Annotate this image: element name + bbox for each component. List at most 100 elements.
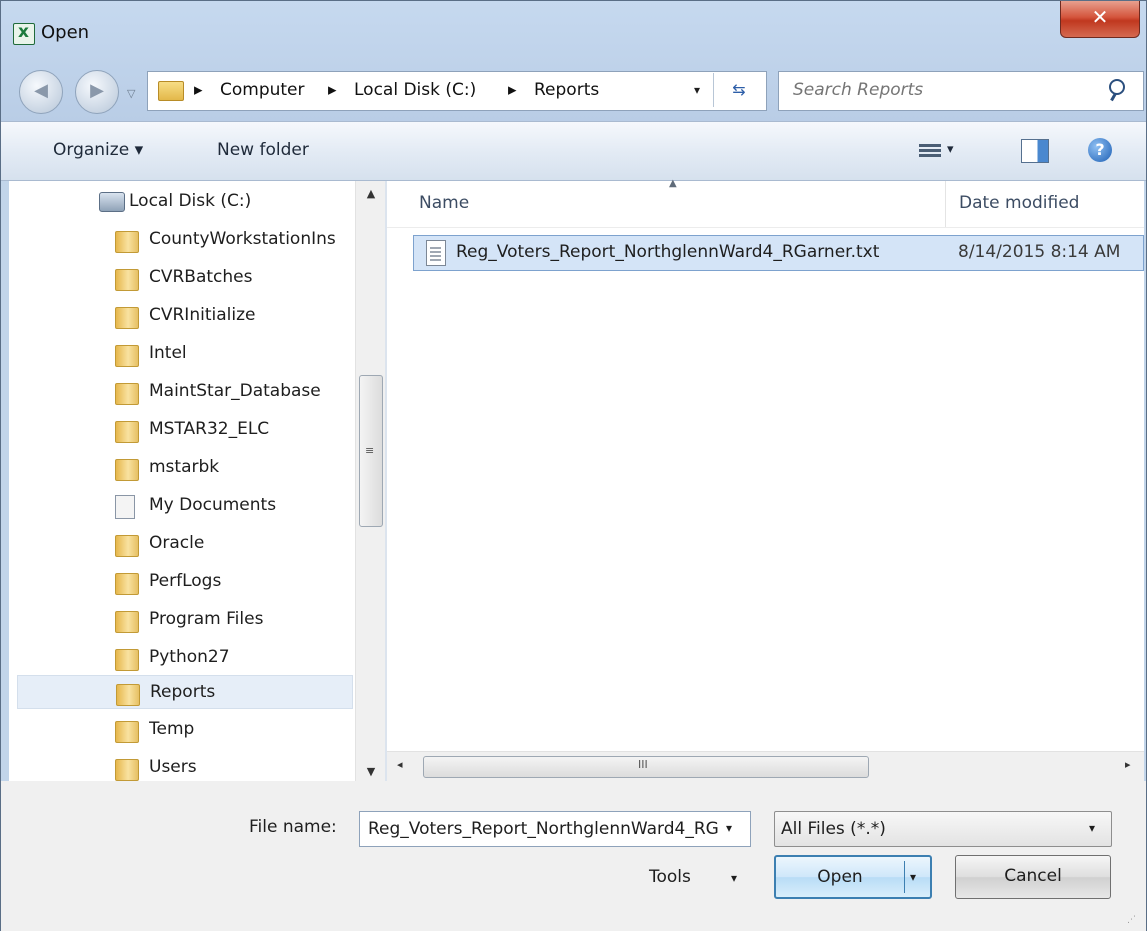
- nav-item-program-files[interactable]: Program Files: [17, 603, 353, 637]
- navigation-pane: Local Disk (C:) CountyWorkstationIns CVR…: [9, 181, 386, 781]
- nav-item-label: CountyWorkstationIns: [149, 229, 336, 249]
- sort-ascending-icon: ▲: [669, 178, 677, 189]
- resize-grip-icon[interactable]: ⋰: [1127, 915, 1136, 925]
- nav-item-local-disk[interactable]: Local Disk (C:): [17, 185, 353, 219]
- search-icon[interactable]: [1109, 79, 1125, 95]
- organize-button[interactable]: Organize ▾: [53, 140, 143, 160]
- title-bar[interactable]: Open ✕: [1, 1, 1146, 67]
- nav-item-oracle[interactable]: Oracle: [17, 527, 353, 561]
- help-icon[interactable]: ?: [1088, 138, 1112, 162]
- file-type-select[interactable]: All Files (*.*) ▾: [774, 811, 1112, 847]
- folder-icon: [115, 535, 139, 557]
- nav-item-intel[interactable]: Intel: [17, 337, 353, 371]
- nav-item-perflogs[interactable]: PerfLogs: [17, 565, 353, 599]
- nav-item-maintstar-database[interactable]: MaintStar_Database: [17, 375, 353, 409]
- view-dropdown-icon[interactable]: ▾: [947, 142, 954, 157]
- address-bar[interactable]: ▸ Computer ▸ Local Disk (C:) ▸ Reports ▾: [147, 71, 767, 111]
- refresh-button[interactable]: ⇆: [713, 73, 764, 107]
- folder-icon: [115, 721, 139, 743]
- scroll-thumb[interactable]: ≡: [359, 375, 383, 527]
- file-name-input[interactable]: [366, 818, 720, 840]
- hard-disk-icon: [99, 192, 125, 212]
- folder-icon: [115, 269, 139, 291]
- column-name[interactable]: Name: [419, 193, 469, 213]
- nav-item-label: Local Disk (C:): [129, 191, 252, 211]
- nav-item-label: mstarbk: [149, 457, 220, 477]
- back-button[interactable]: ◀: [19, 70, 63, 114]
- cancel-button[interactable]: Cancel: [955, 855, 1111, 899]
- breadcrumb-reports[interactable]: Reports: [534, 80, 599, 100]
- documents-icon: [115, 495, 135, 519]
- nav-item-my-documents[interactable]: My Documents: [17, 489, 353, 523]
- column-date-modified[interactable]: Date modified: [959, 193, 1079, 213]
- breadcrumb-separator-icon[interactable]: ▸: [194, 80, 203, 100]
- address-dropdown-icon[interactable]: ▾: [694, 83, 700, 97]
- nav-item-temp[interactable]: Temp: [17, 713, 353, 747]
- nav-item-cvrinitialize[interactable]: CVRInitialize: [17, 299, 353, 333]
- folder-icon: [115, 231, 139, 253]
- forward-button[interactable]: ▶: [75, 70, 119, 114]
- file-name-combo[interactable]: ▾: [359, 811, 751, 847]
- search-input[interactable]: [791, 79, 1095, 101]
- folder-icon: [115, 383, 139, 405]
- file-horizontal-scrollbar[interactable]: ◂ III ▸: [387, 751, 1144, 782]
- scroll-down-icon[interactable]: ▼: [356, 765, 386, 778]
- scroll-left-icon[interactable]: ◂: [397, 758, 403, 771]
- nav-item-label: PerfLogs: [149, 571, 222, 591]
- grip-icon: III: [638, 758, 648, 771]
- nav-item-countyworkstationins[interactable]: CountyWorkstationIns: [17, 223, 353, 257]
- nav-item-cvrbatches[interactable]: CVRBatches: [17, 261, 353, 295]
- nav-item-label: Users: [149, 757, 197, 777]
- tools-button[interactable]: Tools: [649, 867, 691, 887]
- breadcrumb-computer[interactable]: Computer: [220, 80, 305, 100]
- nav-item-mstarbk[interactable]: mstarbk: [17, 451, 353, 485]
- breadcrumb-separator-icon[interactable]: ▸: [328, 80, 337, 100]
- dialog-footer: File name: ▾ All Files (*.*) ▾ Tools ▾ O…: [1, 781, 1146, 931]
- folder-icon: [115, 345, 139, 367]
- breadcrumb-separator-icon[interactable]: ▸: [508, 80, 517, 100]
- nav-item-reports[interactable]: Reports: [17, 675, 353, 709]
- chevron-down-icon[interactable]: ▾: [731, 871, 737, 885]
- recent-locations-chevron-icon[interactable]: ▽: [127, 87, 135, 100]
- chevron-down-icon[interactable]: ▾: [726, 821, 732, 835]
- folder-icon: [115, 307, 139, 329]
- folder-icon: [115, 573, 139, 595]
- command-toolbar: Organize ▾ New folder ▾ ?: [1, 121, 1146, 181]
- scroll-thumb[interactable]: III: [423, 756, 869, 778]
- folder-icon: [115, 611, 139, 633]
- nav-item-python27[interactable]: Python27: [17, 641, 353, 675]
- nav-item-users[interactable]: Users: [17, 751, 353, 785]
- open-button[interactable]: Open ▾: [774, 855, 932, 899]
- folder-icon: [116, 684, 140, 706]
- file-name-label: File name:: [249, 817, 337, 837]
- file-row[interactable]: Reg_Voters_Report_NorthglennWard4_RGarne…: [413, 235, 1144, 271]
- search-box[interactable]: [778, 71, 1144, 111]
- scroll-up-icon[interactable]: ▲: [356, 187, 386, 200]
- close-button[interactable]: ✕: [1060, 1, 1140, 38]
- folder-icon: [115, 459, 139, 481]
- breadcrumb-local-disk[interactable]: Local Disk (C:): [354, 80, 476, 100]
- nav-vertical-scrollbar[interactable]: ▲ ≡ ▼: [355, 181, 386, 781]
- open-dialog: Open ✕ ◀ ▶ ▽ ▸ Computer ▸ Local Disk (C:…: [0, 0, 1147, 931]
- file-date-modified: 8/14/2015 8:14 AM: [958, 242, 1121, 262]
- nav-item-label: Python27: [149, 647, 230, 667]
- nav-item-label: CVRInitialize: [149, 305, 256, 325]
- chevron-down-icon[interactable]: ▾: [910, 857, 916, 897]
- nav-item-mstar32-elc[interactable]: MSTAR32_ELC: [17, 413, 353, 447]
- folder-icon: [158, 81, 184, 101]
- nav-item-label: CVRBatches: [149, 267, 253, 287]
- folder-icon: [115, 421, 139, 443]
- nav-item-label: Intel: [149, 343, 187, 363]
- split-divider: [904, 861, 905, 893]
- scroll-right-icon[interactable]: ▸: [1125, 758, 1131, 771]
- view-list-icon[interactable]: [919, 142, 941, 160]
- preview-pane-icon[interactable]: [1021, 139, 1049, 163]
- window-title: Open: [41, 22, 90, 43]
- open-button-label: Open: [817, 867, 863, 887]
- chevron-down-icon[interactable]: ▾: [1089, 821, 1095, 835]
- nav-item-label: Program Files: [149, 609, 264, 629]
- column-divider[interactable]: [945, 181, 946, 227]
- nav-item-label: Reports: [150, 682, 216, 702]
- file-name: Reg_Voters_Report_NorthglennWard4_RGarne…: [456, 242, 880, 262]
- new-folder-button[interactable]: New folder: [217, 140, 309, 160]
